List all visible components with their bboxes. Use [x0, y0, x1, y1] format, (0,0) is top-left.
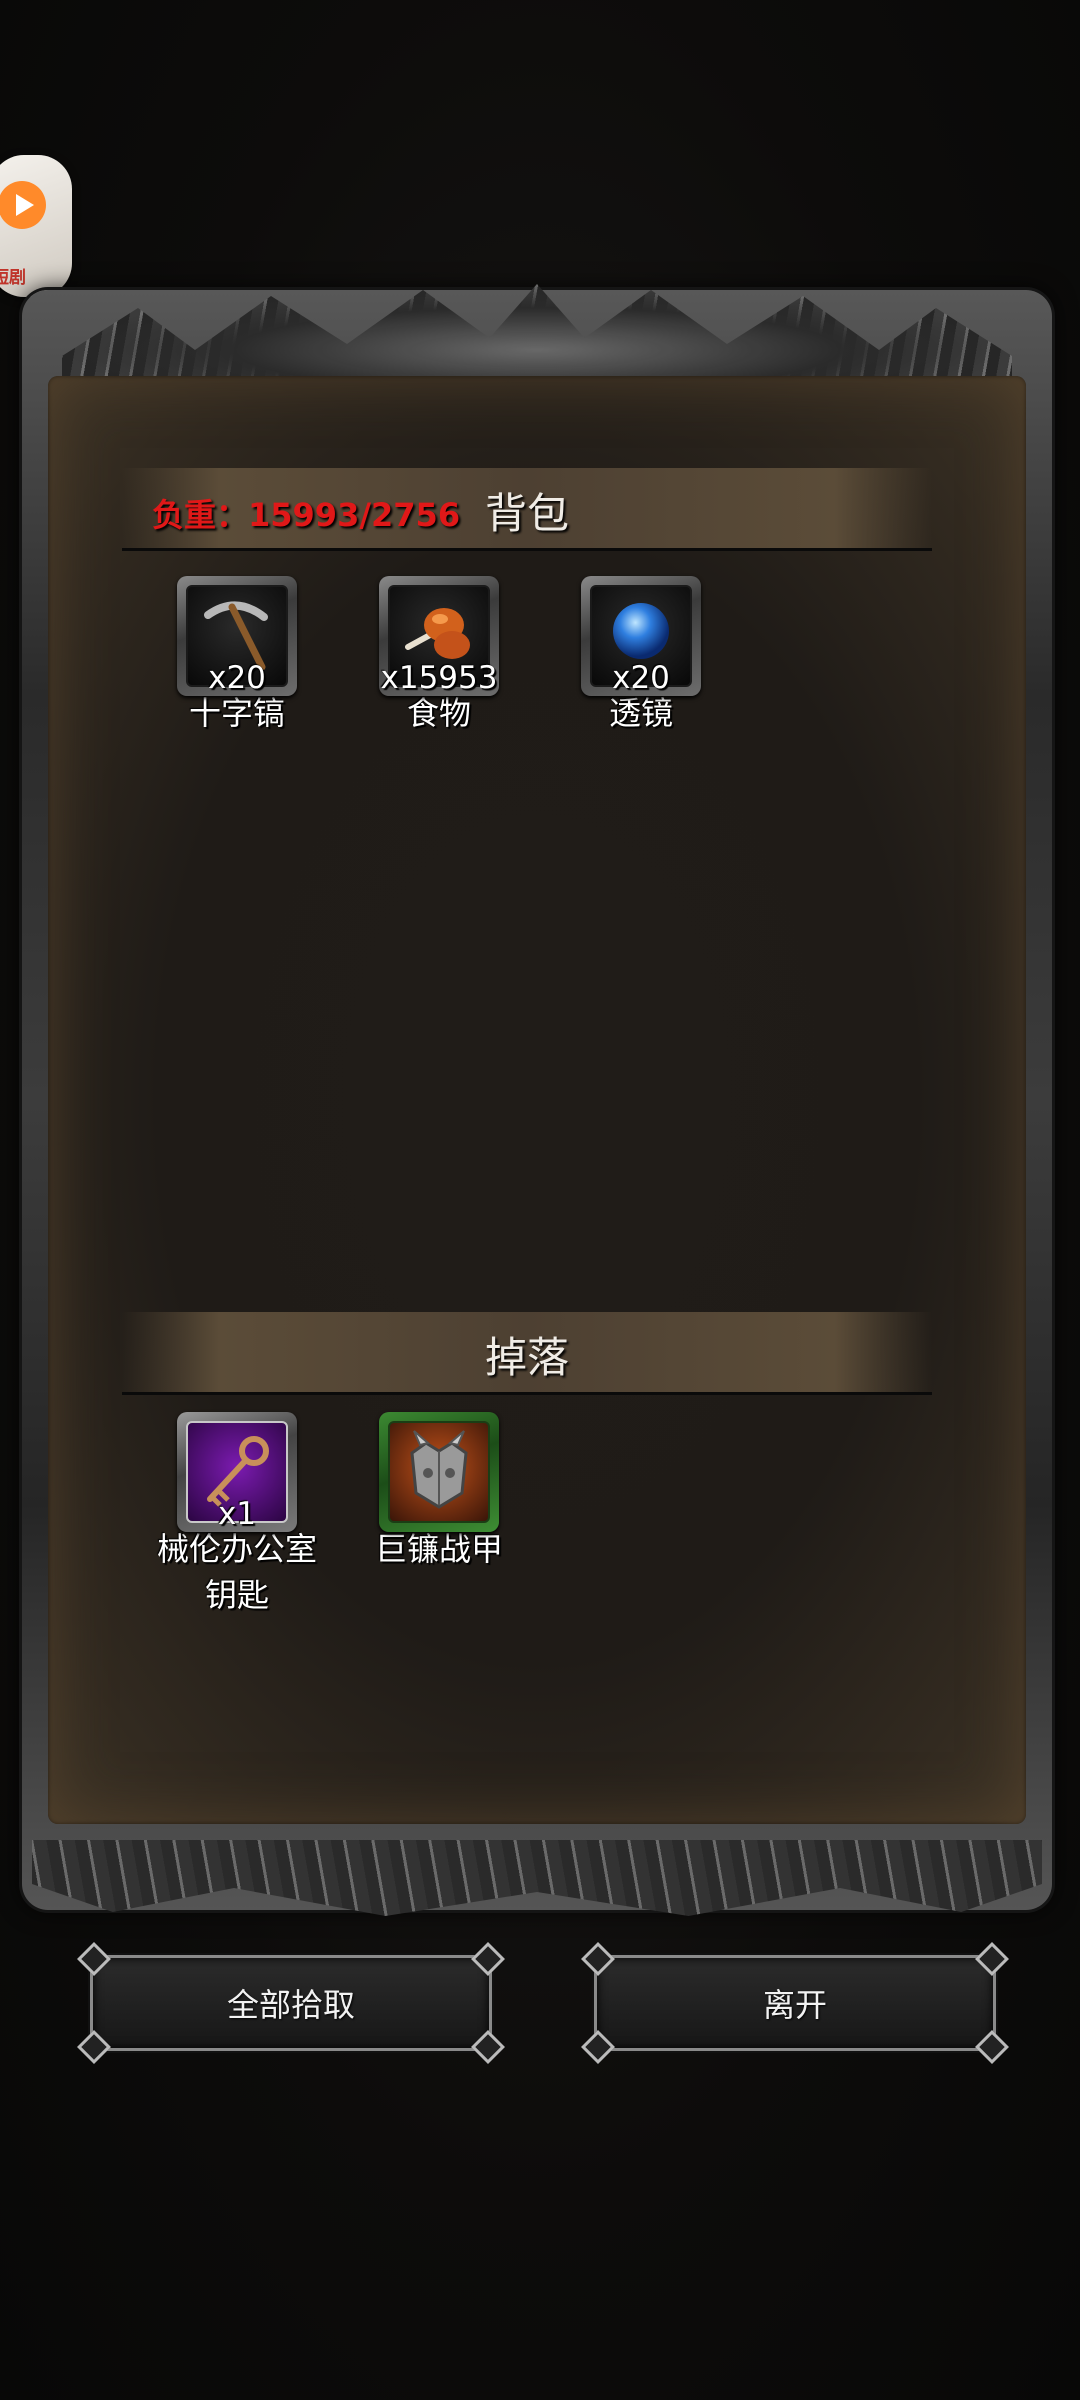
item-count: x1: [217, 1496, 257, 1532]
item-count: x15953: [380, 660, 498, 696]
item-icon-frame: x15953: [379, 576, 499, 696]
pick-all-button[interactable]: 全部拾取: [77, 1942, 505, 2064]
pick-all-label: 全部拾取: [226, 1986, 355, 2024]
item-count: x20: [208, 660, 266, 696]
item-count: x20: [612, 660, 670, 696]
item-icon-frame: x20: [581, 576, 701, 696]
item-name-line2: 钥匙: [204, 1576, 269, 1614]
item-name-line1: 械伦办公室: [156, 1530, 317, 1568]
item-icon-frame: [379, 1412, 499, 1532]
backpack-item-pickaxe[interactable]: x20 十字镐: [132, 576, 342, 736]
backpack-item-food[interactable]: x15953 食物: [334, 576, 544, 736]
drop-item-key[interactable]: x1 械伦办公室 钥匙: [132, 1412, 342, 1618]
drop-item-armor[interactable]: 巨镰战甲: [334, 1412, 544, 1572]
item-icon-frame: x20: [177, 576, 297, 696]
leave-button[interactable]: 离开: [581, 1942, 1009, 2064]
item-icon-frame: x1: [177, 1412, 297, 1532]
backpack-title: 背包: [484, 489, 569, 538]
item-name: 械伦办公室 钥匙: [132, 1526, 342, 1618]
drops-header: 掉落: [122, 1312, 932, 1395]
backpack-header: 负重：15993/2756 背包: [122, 468, 932, 551]
floating-widget-label: 短剧: [0, 268, 26, 288]
play-icon: [0, 181, 46, 229]
backpack-item-lens[interactable]: x20 透镜: [536, 576, 746, 736]
item-name: 巨镰战甲: [374, 1530, 503, 1568]
item-name: 食物: [406, 694, 471, 732]
floating-video-widget[interactable]: 短剧: [0, 155, 72, 297]
leave-label: 离开: [762, 1986, 827, 2024]
armor-icon: [410, 1430, 468, 1509]
drops-title: 掉落: [484, 1333, 569, 1382]
item-name: 十字镐: [188, 694, 285, 732]
item-name: 透镜: [608, 694, 673, 732]
